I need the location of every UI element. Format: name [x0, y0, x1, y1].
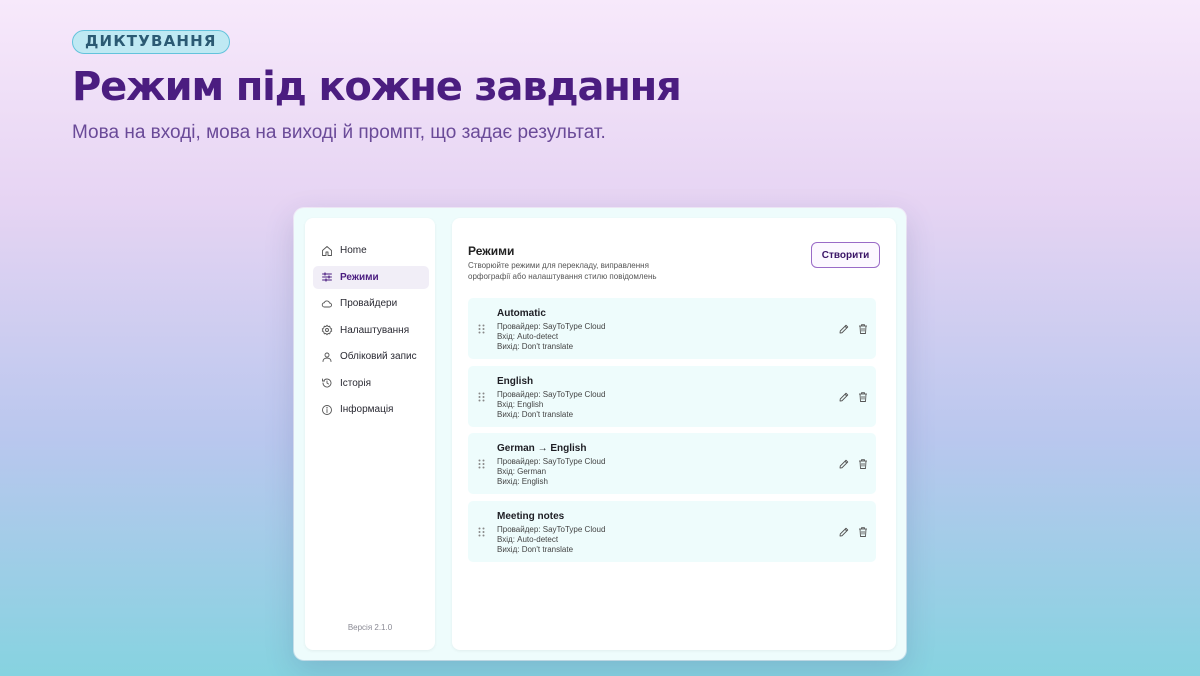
history-icon — [321, 377, 333, 389]
mode-output: Вихід: English — [497, 477, 548, 486]
mode-name: English — [497, 375, 534, 387]
sidebar-item-account[interactable]: Обліковий запис — [313, 345, 429, 368]
mode-name: German → English — [497, 443, 587, 454]
cloud-icon — [321, 298, 333, 310]
modes-list: Automatic Провайдер: SayToType Cloud Вхі… — [468, 298, 876, 568]
gear-icon — [321, 324, 333, 336]
home-icon — [321, 245, 333, 257]
page-description: Створюйте режими для перекладу, виправле… — [468, 261, 657, 281]
sidebar-item-label: Обліковий запис — [340, 351, 417, 362]
sidebar-item-info[interactable]: Інформація — [313, 398, 429, 421]
page-title: Режими — [468, 244, 515, 258]
trash-icon[interactable] — [857, 323, 869, 335]
mode-provider: Провайдер: SayToType Cloud — [497, 457, 606, 466]
mode-provider: Провайдер: SayToType Cloud — [497, 322, 606, 331]
edit-icon[interactable] — [838, 323, 850, 335]
mode-input: Вхід: English — [497, 399, 544, 409]
app-window: Home Режими Провайдери Налаштування Облі… — [294, 208, 906, 660]
mode-card[interactable]: English Провайдер: SayToType Cloud Вхід:… — [468, 365, 876, 427]
sidebar-item-modes[interactable]: Режими — [313, 265, 429, 289]
mode-output: Вихід: Don't translate — [497, 409, 574, 419]
mode-output: Вихід: Don't translate — [497, 544, 574, 554]
sidebar-item-label: Home — [340, 245, 367, 256]
modes-panel: Режими Створюйте режими для перекладу, в… — [452, 218, 896, 650]
mode-card[interactable]: Meeting notes Провайдер: SayToType Cloud… — [468, 500, 876, 562]
mode-card[interactable]: Automatic Провайдер: SayToType Cloud Вхі… — [468, 298, 876, 359]
sidebar-nav: Home Режими Провайдери Налаштування Облі… — [313, 239, 429, 425]
user-icon — [321, 351, 333, 363]
mode-name: Meeting notes — [497, 510, 565, 522]
mode-input: Вхід: Auto-detect — [497, 534, 559, 544]
mode-provider: Провайдер: SayToType Cloud — [497, 524, 606, 534]
edit-icon[interactable] — [838, 458, 850, 470]
trash-icon[interactable] — [857, 526, 869, 538]
edit-icon[interactable] — [838, 526, 850, 538]
edit-icon[interactable] — [838, 391, 850, 403]
sliders-icon — [321, 271, 333, 283]
mode-input: Вхід: Auto-detect — [497, 332, 559, 341]
hero-subtitle: Мова на вході, мова на виході й промпт, … — [72, 122, 606, 143]
mode-output: Вихід: Don't translate — [497, 342, 574, 351]
trash-icon[interactable] — [857, 391, 869, 403]
sidebar: Home Режими Провайдери Налаштування Облі… — [305, 218, 435, 650]
section-badge: ДИКТУВАННЯ — [72, 30, 230, 54]
sidebar-item-home[interactable]: Home — [313, 239, 429, 262]
sidebar-item-providers[interactable]: Провайдери — [313, 292, 429, 315]
mode-provider: Провайдер: SayToType Cloud — [497, 389, 606, 399]
sidebar-item-history[interactable]: Історія — [313, 372, 429, 395]
drag-handle-icon[interactable] — [478, 459, 485, 469]
sidebar-item-settings[interactable]: Налаштування — [313, 319, 429, 342]
mode-name: Automatic — [497, 308, 546, 319]
drag-handle-icon[interactable] — [478, 324, 485, 334]
sidebar-item-label: Налаштування — [340, 324, 410, 336]
sidebar-item-label: Інформація — [340, 404, 394, 415]
info-icon — [321, 404, 333, 416]
hero-title: Режим під кожне завдання — [72, 64, 682, 110]
sidebar-item-label: Провайдери — [340, 298, 398, 309]
mode-card[interactable]: German → English Провайдер: SayToType Cl… — [468, 433, 876, 494]
mode-input: Вхід: German — [497, 467, 547, 476]
create-mode-button[interactable]: Створити — [811, 242, 880, 268]
drag-handle-icon[interactable] — [478, 392, 485, 402]
sidebar-item-label: Режими — [340, 271, 379, 283]
app-version: Версія 2.1.0 — [347, 623, 393, 632]
sidebar-item-label: Історія — [340, 377, 372, 389]
trash-icon[interactable] — [857, 458, 869, 470]
drag-handle-icon[interactable] — [478, 527, 485, 537]
